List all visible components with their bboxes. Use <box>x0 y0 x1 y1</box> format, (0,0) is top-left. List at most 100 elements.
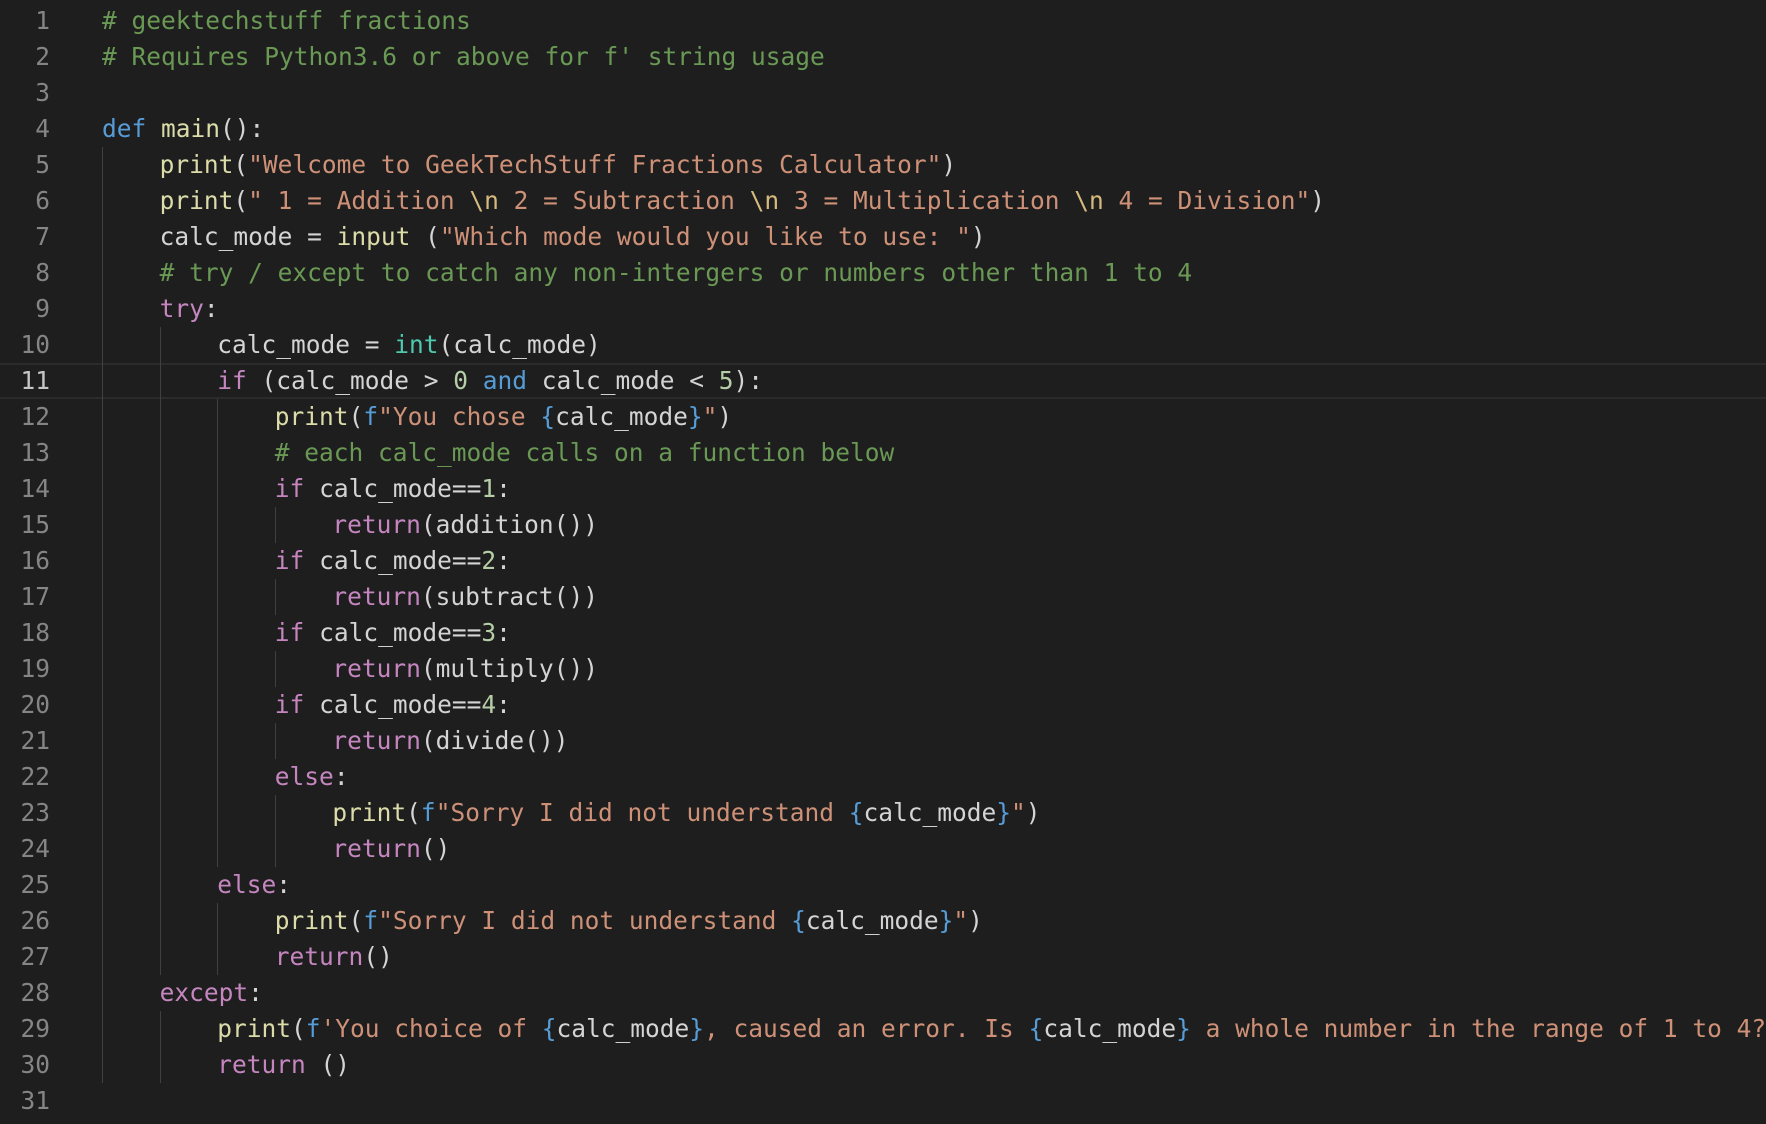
code-token: if <box>274 618 305 647</box>
code-text: print(f'You choice of {calc_mode}, cause… <box>217 1011 1766 1047</box>
code-token: else <box>274 762 334 791</box>
code-token: if <box>274 546 305 575</box>
indent-guide <box>102 975 103 1011</box>
code-line[interactable]: 21 return(divide()) <box>0 723 1766 759</box>
code-token: return <box>332 654 421 683</box>
code-token: () <box>363 942 393 971</box>
code-text: return(divide()) <box>332 723 568 759</box>
code-token: () <box>420 834 451 863</box>
indent-guide <box>217 579 218 615</box>
code-token: : <box>333 762 349 791</box>
code-line[interactable]: 12 print(f"You chose {calc_mode}") <box>0 399 1766 435</box>
line-number: 20 <box>20 690 50 719</box>
indent-guide <box>160 543 161 579</box>
code-text: calc_mode = int(calc_mode) <box>217 327 601 363</box>
code-token: calc_mode <box>217 330 350 359</box>
code-line[interactable]: 3 <box>0 75 1766 111</box>
code-line[interactable]: 7 calc_mode = input ("Which mode would yo… <box>0 219 1766 255</box>
code-token: \n <box>469 186 499 215</box>
code-line[interactable]: 9 try: <box>0 291 1766 327</box>
code-line[interactable]: 6 print(" 1 = Addition \n 2 = Subtraction… <box>0 183 1766 219</box>
code-line[interactable]: 15 return(addition()) <box>0 507 1766 543</box>
indent-guide <box>102 1011 103 1047</box>
code-token: print <box>274 402 349 431</box>
code-text: if calc_mode==4: <box>275 687 511 723</box>
code-token: if <box>217 366 247 395</box>
code-editor[interactable]: 1 # geektechstuff fractions 2 # Requires Py… <box>0 0 1766 1124</box>
code-token: ()) <box>553 654 598 683</box>
code-token: 1 <box>481 474 497 503</box>
code-token: ( <box>233 186 249 215</box>
code-line[interactable]: 18 if calc_mode==3: <box>0 615 1766 651</box>
code-line[interactable]: 23 print(f"Sorry I did not understand {ca… <box>0 795 1766 831</box>
line-number: 18 <box>20 618 50 647</box>
code-line[interactable]: 29 print(f'You choice of {calc_mode}, cau… <box>0 1011 1766 1047</box>
code-token: : <box>496 690 511 719</box>
code-token: { <box>540 402 556 431</box>
line-number: 25 <box>20 870 50 899</box>
indent-guide <box>160 507 161 543</box>
code-line[interactable]: 16 if calc_mode==2: <box>0 543 1766 579</box>
indent-guide <box>217 615 218 651</box>
code-text: return() <box>332 831 450 867</box>
code-token: : <box>496 546 511 575</box>
code-token: f <box>363 402 379 431</box>
code-line[interactable]: 5 print("Welcome to GeekTechStuff Fractio… <box>0 147 1766 183</box>
code-token: 3 = Multiplication <box>779 186 1075 215</box>
code-line[interactable]: 14 if calc_mode==1: <box>0 471 1766 507</box>
code-text: # try / except to catch any non-interger… <box>160 255 1193 291</box>
code-text: return(subtract()) <box>332 579 598 615</box>
code-token: = <box>349 330 395 359</box>
line-number: 30 <box>20 1050 50 1079</box>
code-line[interactable]: 22 else: <box>0 759 1766 795</box>
line-number: 27 <box>20 942 50 971</box>
code-token: "Welcome to GeekTechStuff Fractions Calc… <box>248 150 942 179</box>
code-line[interactable]: 4 def main(): <box>0 111 1766 147</box>
code-token: ( <box>420 726 436 755</box>
code-line[interactable]: 11 if (calc_mode > 0 and calc_mode < 5): <box>0 363 1766 399</box>
code-line[interactable]: 28 except: <box>0 975 1766 1011</box>
indent-guide <box>160 471 161 507</box>
code-token: calc_mode <box>1043 1014 1177 1043</box>
code-token: ( <box>420 582 436 611</box>
code-line[interactable]: 13 # each calc_mode calls on a function b… <box>0 435 1766 471</box>
line-number: 19 <box>20 654 50 683</box>
code-token: calc_mode <box>159 222 293 251</box>
code-line[interactable]: 10 calc_mode = int(calc_mode) <box>0 327 1766 363</box>
code-line[interactable]: 8 # try / except to catch any non-interge… <box>0 255 1766 291</box>
indent-guide <box>217 795 218 831</box>
code-line[interactable]: 24 return() <box>0 831 1766 867</box>
code-line[interactable]: 26 print(f"Sorry I did not understand {ca… <box>0 903 1766 939</box>
indent-guide <box>102 759 103 795</box>
code-token: 5 <box>718 366 734 395</box>
code-token: calc_mode <box>805 906 939 935</box>
indent-guide <box>275 723 276 759</box>
code-token: } <box>938 906 954 935</box>
code-token: : <box>276 870 291 899</box>
code-line[interactable]: 30 return () <box>0 1047 1766 1083</box>
code-token: return <box>332 510 421 539</box>
code-token: calc_mode== <box>304 690 482 719</box>
code-text: if calc_mode==3: <box>275 615 511 651</box>
code-line[interactable]: 25 else: <box>0 867 1766 903</box>
code-token: : <box>496 474 511 503</box>
code-line[interactable]: 27 return() <box>0 939 1766 975</box>
code-token: return <box>217 1050 306 1079</box>
code-line[interactable]: 20 if calc_mode==4: <box>0 687 1766 723</box>
indent-guide <box>160 399 161 435</box>
code-line[interactable]: 31 <box>0 1083 1766 1119</box>
indent-guide <box>160 327 161 363</box>
code-line[interactable]: 19 return(multiply()) <box>0 651 1766 687</box>
code-line[interactable]: 2 # Requires Python3.6 or above for f' st… <box>0 39 1766 75</box>
code-text: except: <box>160 975 263 1011</box>
indent-guide <box>102 543 103 579</box>
code-line[interactable]: 1 # geektechstuff fractions <box>0 3 1766 39</box>
code-text: else: <box>275 759 349 795</box>
code-line[interactable]: 17 return(subtract()) <box>0 579 1766 615</box>
indent-guide <box>160 831 161 867</box>
code-token: print <box>274 906 349 935</box>
code-text: calc_mode = input ("Which mode would you… <box>160 219 986 255</box>
code-token: \n <box>749 186 780 215</box>
indent-guide <box>275 579 276 615</box>
